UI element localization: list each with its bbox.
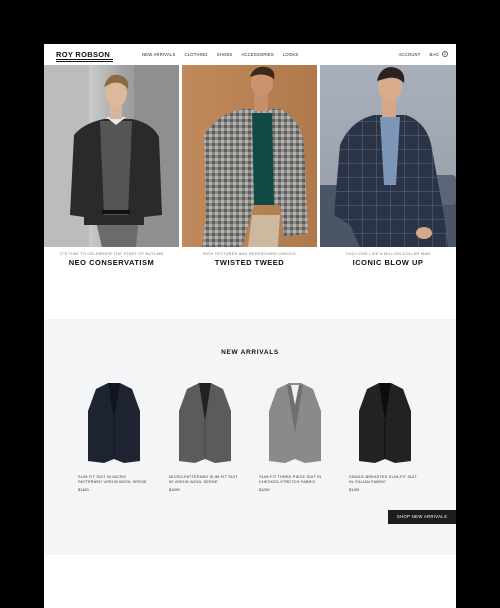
- hero-tiles: [44, 65, 456, 247]
- nav-item-shoes[interactable]: SHOES: [217, 52, 233, 57]
- bag-link[interactable]: BAG: [430, 52, 439, 57]
- suit-jacket-image: [179, 383, 231, 463]
- three-piece-suit-image: [269, 383, 321, 463]
- product-image[interactable]: [349, 379, 421, 465]
- logo-underline-2: [56, 60, 113, 62]
- suit-jacket-image: [88, 383, 140, 463]
- nav-item-looks[interactable]: LOOKS: [283, 52, 298, 57]
- nav-item-new-arrivals[interactable]: NEW ARRIVALS: [142, 52, 176, 57]
- product-name[interactable]: SLIM-FIT THREE-PIECE SUIT IN CHECKED STR…: [259, 475, 331, 485]
- product-name[interactable]: SLIM FIT SUIT IN MICRO PATTERNED VIRGIN …: [78, 475, 150, 485]
- new-arrivals-section: NEW ARRIVALS SLIM FIT SUIT IN MICRO PATT…: [44, 319, 456, 555]
- hero-subtitle: YOU LOOK LIKE A MILLION DOLLAR MAN: [345, 252, 431, 256]
- hero-image-neo-conservatism[interactable]: [44, 65, 179, 247]
- product-name[interactable]: MICRO-PATTERNED SLIM-FIT SUIT IN VIRGIN …: [169, 475, 241, 485]
- man-in-check-suit-image: [320, 67, 456, 247]
- product-price: $1490: [78, 488, 89, 492]
- logo-underline: [56, 58, 113, 60]
- section-title: NEW ARRIVALS: [221, 349, 279, 356]
- hero-subtitle: RICH TEXTURES AND REDESIGNED CHECKS: [203, 252, 296, 256]
- product-image[interactable]: [169, 379, 241, 465]
- hero-title[interactable]: TWISTED TWEED: [182, 258, 317, 267]
- hero-image-twisted-tweed[interactable]: [182, 65, 317, 247]
- site-header: ROY ROBSON NEW ARRIVALS CLOTHING SHOES A…: [44, 44, 456, 65]
- hero-image-iconic-blow-up[interactable]: [320, 65, 456, 247]
- product-card[interactable]: SLIM FIT SUIT IN MICRO PATTERNED VIRGIN …: [78, 379, 150, 492]
- hero-captions: IT'S TIME TO CELEBRATE THE START OF AUTU…: [44, 251, 456, 267]
- hero-subtitle: IT'S TIME TO CELEBRATE THE START OF AUTU…: [59, 252, 164, 256]
- page: ROY ROBSON NEW ARRIVALS CLOTHING SHOES A…: [44, 44, 456, 608]
- product-price: $1199: [349, 488, 360, 492]
- hero-caption-1[interactable]: IT'S TIME TO CELEBRATE THE START OF AUTU…: [44, 251, 179, 267]
- product-price: $1230: [259, 488, 270, 492]
- account-link[interactable]: ACCOUNT: [398, 52, 420, 57]
- hero-caption-2[interactable]: RICH TEXTURES AND REDESIGNED CHECKS TWIS…: [182, 251, 317, 267]
- hero-title[interactable]: NEO CONSERVATISM: [44, 258, 179, 267]
- man-in-bomber-jacket-image: [44, 65, 179, 247]
- product-card[interactable]: SLIM-FIT THREE-PIECE SUIT IN CHECKED STR…: [259, 379, 331, 492]
- header-utilities: ACCOUNT BAG 0: [398, 51, 448, 57]
- product-image[interactable]: [78, 379, 150, 465]
- hero-caption-3[interactable]: YOU LOOK LIKE A MILLION DOLLAR MAN ICONI…: [320, 251, 456, 267]
- suit-jacket-image: [359, 383, 411, 463]
- nav-item-clothing[interactable]: CLOTHING: [185, 52, 208, 57]
- product-name[interactable]: SINGLE-BREASTED SLIM-FIT SUIT IN ITALIAN…: [349, 475, 421, 485]
- product-image[interactable]: [259, 379, 331, 465]
- product-card[interactable]: SINGLE-BREASTED SLIM-FIT SUIT IN ITALIAN…: [349, 379, 421, 492]
- bag-count-badge: 0: [442, 51, 448, 57]
- product-card[interactable]: MICRO-PATTERNED SLIM-FIT SUIT IN VIRGIN …: [169, 379, 241, 492]
- shop-new-arrivals-button[interactable]: SHOP NEW ARRIVALS: [388, 510, 456, 524]
- hero-title[interactable]: ICONIC BLOW UP: [320, 258, 456, 267]
- product-price: $1099: [169, 488, 180, 492]
- man-in-tweed-coat-image: [202, 66, 308, 247]
- nav-item-accessories[interactable]: ACCESSORIES: [241, 52, 273, 57]
- main-nav: NEW ARRIVALS CLOTHING SHOES ACCESSORIES …: [142, 52, 307, 57]
